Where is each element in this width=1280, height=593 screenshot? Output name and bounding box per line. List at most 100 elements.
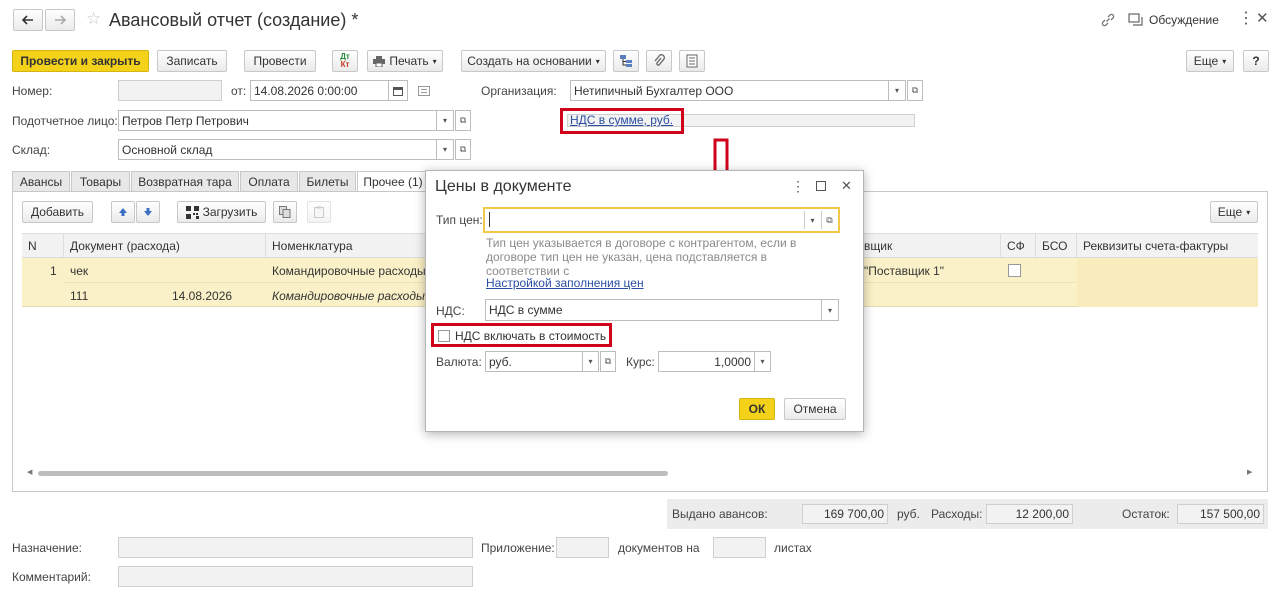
accountable-person-open-button[interactable]: ⧉ [455, 110, 471, 131]
chevron-down-icon: ▾ [1246, 207, 1251, 217]
dialog-menu-icon[interactable]: ⋮ [791, 179, 805, 193]
discussion-label[interactable]: Обсуждение [1149, 14, 1219, 26]
scroll-right-icon[interactable]: ▶ [1247, 469, 1252, 476]
dt-kt-button[interactable]: Дт Кт [332, 50, 358, 72]
include-vat-checkbox[interactable] [438, 330, 450, 342]
date-field[interactable]: 14.08.2026 0:00:00 [250, 80, 389, 101]
warehouse-open-button[interactable]: ⧉ [455, 139, 471, 160]
rate-field[interactable]: 1,0000 [658, 351, 755, 372]
include-vat-label[interactable]: НДС включать в стоимость [455, 330, 606, 342]
table-more-label: Еще [1217, 205, 1243, 219]
post-button[interactable]: Провести [244, 50, 316, 72]
close-icon[interactable]: ✕ [1256, 11, 1269, 26]
add-button[interactable]: Добавить [22, 201, 93, 223]
tab-goods[interactable]: Товары [71, 171, 130, 191]
sheets-label: листах [774, 541, 812, 555]
advances-label: Выдано авансов: [672, 507, 768, 521]
accountable-person-field[interactable]: Петров Петр Петрович [118, 110, 437, 131]
link-icon[interactable] [1100, 12, 1116, 28]
post-and-close-button[interactable]: Провести и закрыть [12, 50, 149, 72]
currency-open-button[interactable]: ⧉ [600, 351, 616, 372]
dt-kt-icon: Дт Кт [340, 52, 350, 69]
horizontal-scrollbar[interactable] [38, 471, 668, 476]
load-button[interactable]: Загрузить [177, 201, 266, 223]
arrow-down-icon [144, 208, 152, 216]
tab-payment[interactable]: Оплата [240, 171, 298, 191]
currency-field[interactable]: руб. [485, 351, 583, 372]
organization-open-button[interactable]: ⧉ [907, 80, 923, 101]
comment-field[interactable] [118, 566, 473, 587]
more-button[interactable]: Еще ▾ [1186, 50, 1234, 72]
ok-button[interactable]: ОК [739, 398, 775, 420]
row-document-date: 14.08.2026 [172, 289, 233, 303]
organization-field[interactable]: Нетипичный Бухгалтер ООО [570, 80, 889, 101]
tab-tickets[interactable]: Билеты [299, 171, 356, 191]
chevron-down-icon: ▾ [432, 56, 437, 66]
copy-button[interactable] [273, 201, 297, 223]
report-button[interactable] [679, 50, 705, 72]
attachment-sheets-field[interactable] [713, 537, 766, 558]
history-icon[interactable] [418, 85, 430, 96]
accountable-person-dropdown[interactable]: ▾ [437, 110, 454, 131]
invoice-checkbox[interactable] [1008, 264, 1021, 277]
price-type-label: Тип цен: [436, 213, 483, 227]
tab-advances[interactable]: Авансы [12, 171, 70, 191]
create-based-label: Создать на основании [467, 54, 592, 68]
paste-button[interactable] [307, 201, 331, 223]
rate-dropdown[interactable]: ▾ [755, 351, 771, 372]
vat-dropdown[interactable]: ▾ [822, 299, 839, 321]
warehouse-dropdown[interactable]: ▾ [437, 139, 454, 160]
price-settings-link[interactable]: Настройкой заполнения цен [486, 277, 644, 289]
expenses-label: Расходы: [931, 507, 983, 521]
more-label: Еще [1193, 54, 1219, 68]
attach-button[interactable] [646, 50, 672, 72]
price-type-dropdown[interactable]: ▾ [804, 211, 820, 229]
document-list-icon [686, 54, 698, 68]
price-type-field[interactable] [483, 207, 840, 233]
help-button[interactable]: ? [1243, 50, 1269, 72]
tab-other[interactable]: Прочее (1) [357, 171, 429, 191]
purpose-label: Назначение: [12, 541, 83, 555]
price-type-hint: Тип цен указывается в договоре с контраг… [486, 236, 797, 278]
create-based-button[interactable]: Создать на основании ▾ [461, 50, 606, 72]
dialog-close-icon[interactable]: ✕ [841, 179, 852, 192]
scroll-left-icon[interactable]: ◀ [27, 469, 32, 476]
column-header-n[interactable]: N [22, 234, 64, 258]
cancel-button[interactable]: Отмена [784, 398, 846, 420]
move-down-button[interactable] [136, 201, 160, 223]
table-more-button[interactable]: Еще ▾ [1210, 201, 1258, 223]
vat-label: НДС: [436, 304, 465, 318]
column-header-invoice-details[interactable]: Реквизиты счета-фактуры [1077, 234, 1258, 258]
tab-returnable-containers[interactable]: Возвратная тара [131, 171, 239, 191]
vat-field[interactable]: НДС в сумме [485, 299, 822, 321]
column-header-bso[interactable]: БСО [1036, 234, 1077, 258]
move-up-button[interactable] [111, 201, 135, 223]
attachment-docs-field[interactable] [556, 537, 609, 558]
currency-dropdown[interactable]: ▾ [583, 351, 599, 372]
column-header-nomenclature[interactable]: Номенклатура [266, 234, 426, 258]
purpose-field[interactable] [118, 537, 473, 558]
save-button[interactable]: Записать [157, 50, 227, 72]
forward-button[interactable] [45, 9, 75, 31]
dialog-maximize-icon[interactable] [816, 181, 826, 191]
row-supplier: "Поставщик 1" [864, 264, 945, 278]
vat-link[interactable]: НДС в сумме, руб. [570, 114, 673, 126]
row-nomenclature: Командировочные расходы [272, 264, 426, 278]
column-header-invoice[interactable]: СФ [1001, 234, 1036, 258]
paste-icon [314, 206, 324, 218]
star-icon[interactable]: ☆ [86, 10, 101, 27]
column-header-document[interactable]: Документ (расхода) [64, 234, 266, 258]
load-label: Загрузить [202, 205, 258, 219]
column-header-supplier[interactable]: вщик [864, 234, 1001, 258]
print-button[interactable]: Печать ▾ [367, 50, 443, 72]
menu-dots-icon[interactable]: ⋮ [1238, 11, 1254, 27]
calendar-button[interactable] [389, 80, 408, 101]
arrow-up-icon [119, 208, 127, 216]
back-button[interactable] [13, 9, 43, 31]
structure-button[interactable] [613, 50, 639, 72]
discussion-icon[interactable] [1128, 13, 1144, 27]
number-field[interactable] [118, 80, 222, 101]
price-type-open-button[interactable]: ⧉ [821, 211, 837, 229]
organization-dropdown[interactable]: ▾ [889, 80, 906, 101]
warehouse-field[interactable]: Основной склад [118, 139, 437, 160]
